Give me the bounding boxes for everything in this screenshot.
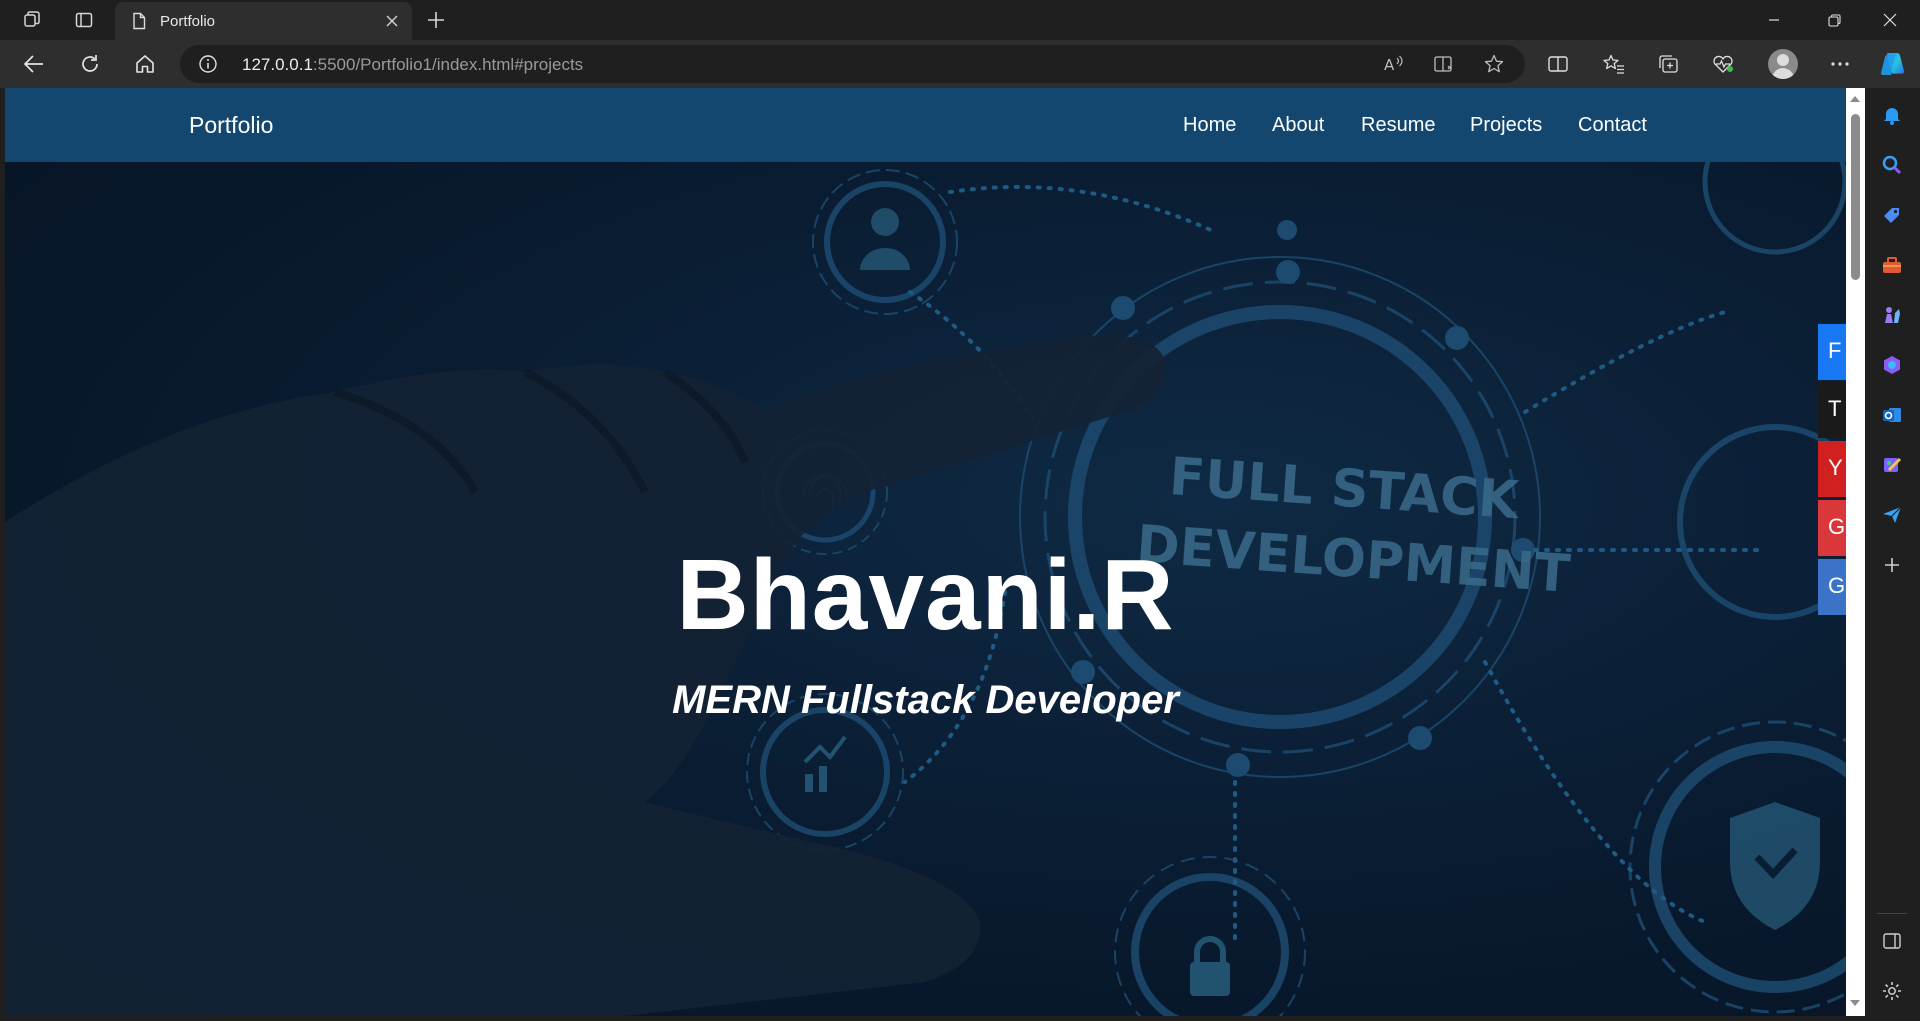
site-brand[interactable]: Portfolio — [189, 112, 273, 139]
new-tab-icon[interactable] — [420, 4, 452, 36]
edge-sidebar — [1865, 88, 1920, 1021]
split-pane-icon[interactable] — [1879, 928, 1905, 954]
read-aloud-icon[interactable]: A — [1382, 53, 1406, 75]
workspaces-icon[interactable] — [12, 4, 52, 36]
title-bar: Portfolio — [0, 0, 1920, 40]
nav-link-contact[interactable]: Contact — [1578, 114, 1647, 137]
browser-essentials-icon[interactable] — [1708, 50, 1738, 78]
url-path: :5500/Portfolio1/index.html#projects — [312, 55, 584, 74]
tab-title: Portfolio — [160, 13, 216, 30]
plus-icon[interactable] — [1879, 552, 1905, 578]
site-navbar: Portfolio Home About Resume Projects Con… — [5, 88, 1846, 162]
hero-subtitle: MERN Fullstack Developer — [672, 678, 1179, 722]
scroll-up-arrow-icon[interactable] — [1850, 96, 1860, 102]
back-icon[interactable] — [16, 48, 52, 80]
nav-link-home[interactable]: Home — [1183, 114, 1236, 137]
outlook-icon[interactable] — [1879, 402, 1905, 428]
site-info-icon[interactable] — [198, 54, 218, 74]
social-tab-github[interactable]: G — [1818, 559, 1846, 615]
collections-icon[interactable] — [1653, 50, 1683, 78]
toolbox-icon[interactable] — [1879, 252, 1905, 278]
hero-title: Bhavani.R — [676, 539, 1175, 651]
restore-icon[interactable] — [1806, 0, 1862, 40]
address-bar[interactable]: 127.0.0.1:5500/Portfolio1/index.html#pro… — [180, 45, 1525, 83]
scrollbar-thumb[interactable] — [1851, 114, 1860, 280]
bell-icon[interactable] — [1879, 102, 1905, 128]
designer-icon[interactable] — [1879, 452, 1905, 478]
nav-link-resume[interactable]: Resume — [1361, 114, 1435, 137]
bg-word-fullstack: FULL STACK — [1167, 447, 1522, 531]
more-options-icon[interactable] — [1825, 50, 1855, 78]
favorite-star-icon[interactable] — [1482, 53, 1506, 75]
nav-link-about[interactable]: About — [1272, 114, 1324, 137]
immersive-reader-icon[interactable] — [1432, 53, 1456, 75]
send-icon[interactable] — [1879, 502, 1905, 528]
social-tab-facebook[interactable]: F — [1818, 324, 1846, 380]
close-window-icon[interactable] — [1862, 0, 1918, 40]
page-scrollbar[interactable] — [1846, 88, 1865, 1016]
favorites-icon[interactable] — [1599, 50, 1629, 78]
copilot-icon[interactable] — [1877, 50, 1907, 78]
minimize-icon[interactable] — [1746, 0, 1802, 40]
page-viewport: FULL STACK DEVELOPMENT Bhavani.R MERN Fu… — [5, 88, 1846, 1016]
close-tab-icon[interactable] — [382, 11, 402, 31]
refresh-icon[interactable] — [72, 48, 108, 80]
tab-portfolio[interactable]: Portfolio — [115, 2, 412, 40]
search-icon[interactable] — [1879, 152, 1905, 178]
split-screen-icon[interactable] — [1543, 50, 1573, 78]
social-tab-twitter[interactable]: T — [1818, 382, 1846, 438]
svg-text:A: A — [1384, 56, 1395, 74]
nav-link-projects[interactable]: Projects — [1470, 114, 1542, 137]
copilot-icon[interactable] — [1879, 352, 1905, 378]
scroll-down-arrow-icon[interactable] — [1850, 1000, 1860, 1006]
tab-actions-icon[interactable] — [64, 4, 104, 36]
tag-icon[interactable] — [1879, 202, 1905, 228]
url-host: 127.0.0.1 — [242, 55, 313, 74]
home-icon[interactable] — [127, 48, 163, 80]
hero-section: FULL STACK DEVELOPMENT Bhavani.R MERN Fu… — [5, 162, 1846, 1016]
page-icon — [133, 12, 146, 30]
chess-icon[interactable] — [1879, 302, 1905, 328]
settings-icon[interactable] — [1879, 978, 1905, 1004]
sidebar-divider — [1877, 913, 1907, 914]
browser-toolbar: 127.0.0.1:5500/Portfolio1/index.html#pro… — [0, 40, 1920, 88]
profile-avatar[interactable] — [1768, 49, 1798, 79]
social-tab-google[interactable]: G — [1818, 500, 1846, 556]
social-tab-youtube[interactable]: Y — [1818, 441, 1846, 497]
url-text[interactable]: 127.0.0.1:5500/Portfolio1/index.html#pro… — [242, 55, 583, 75]
